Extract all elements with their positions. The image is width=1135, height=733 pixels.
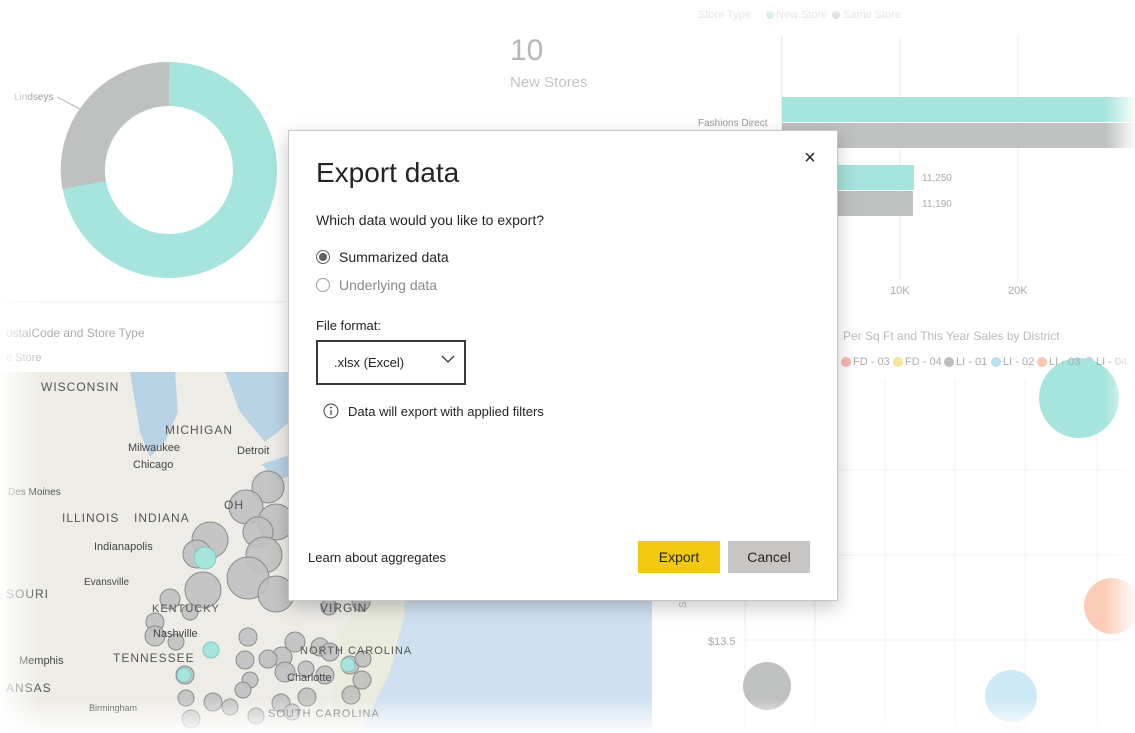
- card-value: 10: [510, 34, 544, 67]
- map-label: SOURI: [6, 587, 50, 601]
- bar-data-label: 11,250: [922, 173, 952, 184]
- map-bubble: [203, 692, 223, 712]
- radio-button-checked[interactable]: [316, 250, 330, 264]
- dialog-title: Export data: [316, 157, 460, 188]
- export-button[interactable]: Export: [638, 541, 720, 573]
- bar-legend-same: Same Store: [843, 9, 902, 21]
- radio-summarized-data[interactable]: Summarized data: [316, 249, 449, 265]
- bar-tick-label: 20K: [1008, 285, 1028, 297]
- map-bubble: [235, 650, 255, 670]
- map-label: Nashville: [153, 628, 198, 640]
- info-icon: [323, 403, 339, 419]
- radio-label: Underlying data: [339, 277, 438, 293]
- scatter-legend-item: FD - 03: [853, 356, 890, 368]
- map-label: MICHIGAN: [165, 423, 233, 437]
- bar-data-label: 11,190: [922, 199, 952, 210]
- scatter-bubble: [743, 662, 791, 710]
- donut-label: Lindseys: [14, 92, 54, 103]
- map-label: INDIANA: [134, 511, 190, 525]
- legend-dot-new-store: [766, 11, 774, 19]
- map-label: WISCONSIN: [41, 380, 120, 394]
- donut-chart: [56, 61, 277, 278]
- scatter-legend-item: LI - 01: [956, 356, 988, 368]
- card-label: New Stores: [510, 74, 588, 91]
- donut-leader-line: [56, 96, 83, 111]
- map-bubble: [221, 698, 239, 716]
- map-label: ANSAS: [6, 681, 52, 695]
- close-button[interactable]: ×: [801, 147, 819, 169]
- map-bubble: [177, 689, 195, 707]
- map-label: VIRGIN: [320, 601, 368, 615]
- map-legend: e Store: [6, 352, 42, 364]
- map-bubble: [258, 649, 278, 669]
- export-data-dialog: × Export data Which data would you like …: [288, 130, 838, 601]
- map-bubble: [340, 657, 356, 673]
- map-bubble: [352, 670, 372, 690]
- chevron-down-icon: [441, 355, 455, 363]
- map-label: KENTUCKY: [152, 603, 220, 615]
- learn-about-aggregates-link[interactable]: Learn about aggregates: [308, 550, 446, 565]
- scatter-legend-item: LI - 04: [1096, 356, 1128, 368]
- scatter-bubble: [985, 670, 1037, 722]
- map-bubble: [193, 546, 217, 570]
- map-label: Birmingham: [89, 703, 138, 713]
- map-label: Memphis: [19, 655, 64, 667]
- map-label: Indianapolis: [94, 541, 153, 553]
- map-label: NORTH CAROLINA: [300, 645, 413, 657]
- map-bubble: [247, 707, 265, 725]
- radio-label: Summarized data: [339, 249, 449, 265]
- bar-new-store-fashions: [782, 97, 1135, 122]
- map-label: Evansville: [84, 577, 130, 588]
- legend-dot-fd04: [893, 357, 903, 367]
- filters-info: Data will export with applied filters: [323, 403, 544, 419]
- scatter-bubble: [1084, 578, 1135, 634]
- scatter-title: Per Sq Ft and This Year Sales by Distric…: [843, 329, 1060, 343]
- scatter-legend-item: FD - 04: [905, 356, 942, 368]
- map-bubble: [234, 681, 252, 699]
- map-label: TENNESSEE: [113, 651, 195, 665]
- map-label: Milwaukee: [128, 442, 180, 454]
- donut-segment-same-store: [60, 61, 170, 189]
- map-label: Detroit: [237, 445, 270, 457]
- export-question: Which data would you like to export?: [316, 212, 545, 228]
- map-label: ILLINOIS: [62, 511, 120, 525]
- file-format-label: File format:: [316, 318, 382, 333]
- legend-dot-li02: [991, 357, 1001, 367]
- map-bubble: [176, 667, 192, 683]
- map-bubble: [238, 627, 258, 647]
- map-label: Charlotte: [287, 672, 332, 684]
- scatter-bubble: [1039, 358, 1119, 438]
- map-title: ostalCode and Store Type: [6, 326, 145, 340]
- map-bubble: [341, 685, 361, 705]
- map-label: OH: [224, 498, 244, 512]
- legend-dot-li03: [1037, 357, 1047, 367]
- file-format-value: .xlsx (Excel): [334, 355, 405, 370]
- legend-dot-same-store: [832, 11, 840, 19]
- map-label: Chicago: [133, 459, 174, 471]
- bar-tick-label: 10K: [890, 285, 910, 297]
- scatter-legend-item: LI - 03: [1049, 356, 1081, 368]
- close-icon: ×: [804, 147, 816, 169]
- radio-underlying-data[interactable]: Underlying data: [316, 277, 437, 293]
- file-format-dropdown[interactable]: .xlsx (Excel): [316, 340, 466, 385]
- map-label: SOUTH CAROLINA: [268, 708, 380, 720]
- bar-category-label: Fashions Direct: [698, 118, 768, 129]
- scatter-y-tick: $13.5: [708, 636, 736, 648]
- bar-legend-new: New Store: [776, 9, 828, 21]
- map-label: Des Moines: [8, 487, 61, 498]
- cancel-button[interactable]: Cancel: [728, 541, 810, 573]
- legend-dot-li01: [944, 357, 954, 367]
- bar-legend-title: Store Type: [698, 9, 751, 21]
- radio-button-disabled[interactable]: [316, 278, 330, 292]
- map-bubble: [297, 687, 317, 707]
- map-bubble: [181, 709, 201, 729]
- legend-dot-fd03: [841, 357, 851, 367]
- scatter-legend-item: LI - 02: [1003, 356, 1035, 368]
- map-bubble: [202, 641, 220, 659]
- info-text: Data will export with applied filters: [348, 403, 544, 419]
